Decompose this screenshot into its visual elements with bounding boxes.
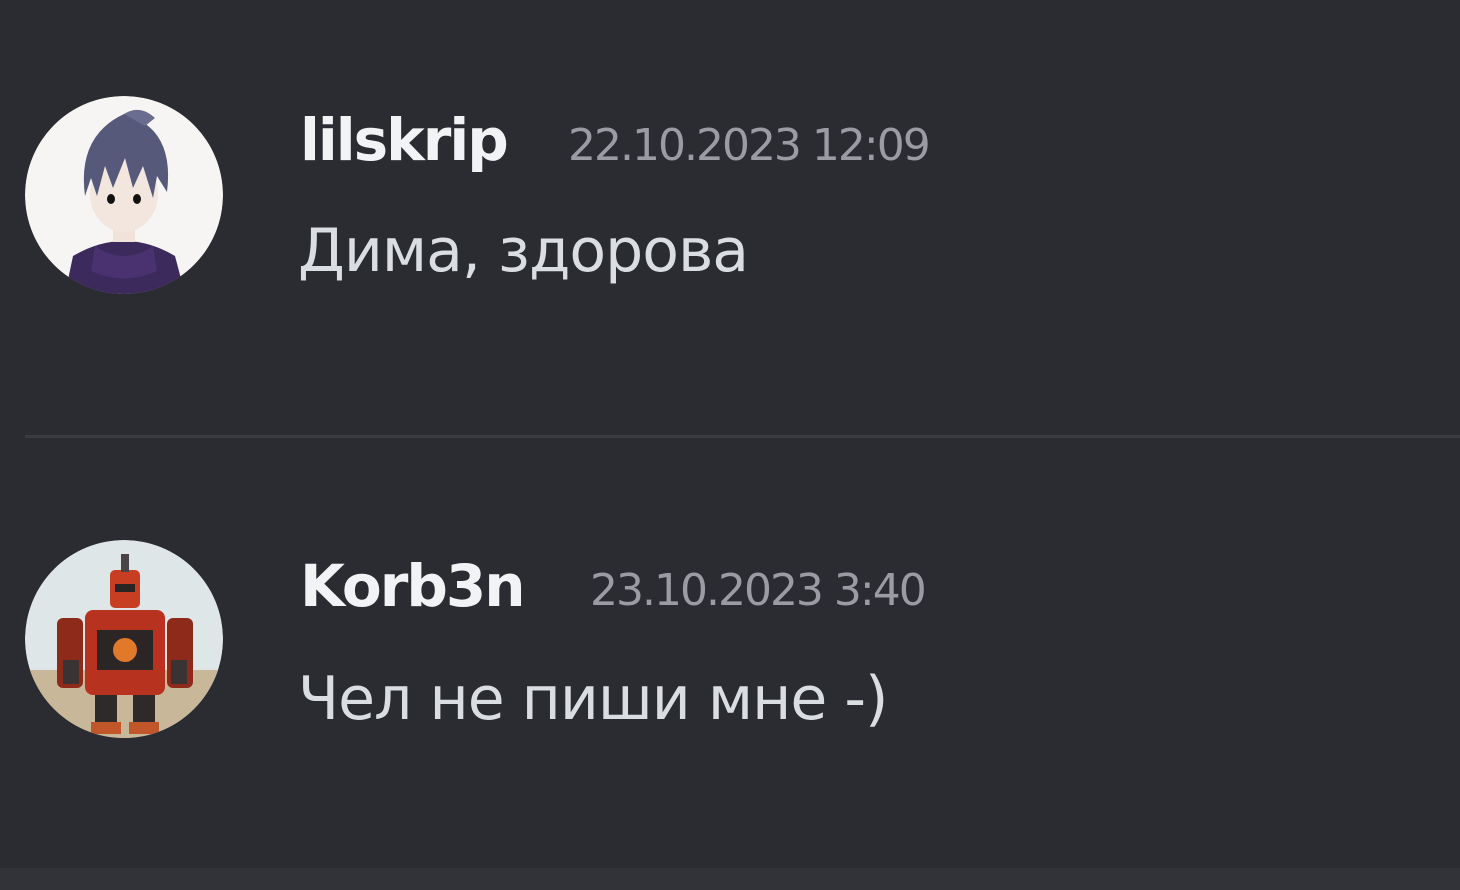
username[interactable]: Korb3n <box>300 552 526 620</box>
message-item[interactable]: lilskrip 22.10.2023 12:09 Дима, здорова <box>0 96 1460 306</box>
message-item[interactable]: Korb3n 23.10.2023 3:40 Чел не пиши мне -… <box>0 540 1460 750</box>
username[interactable]: lilskrip <box>300 106 509 174</box>
message-divider <box>25 435 1460 438</box>
message-timestamp: 23.10.2023 3:40 <box>590 565 927 616</box>
anime-character-avatar-icon <box>25 96 223 294</box>
message-timestamp: 22.10.2023 12:09 <box>568 120 931 171</box>
message-text: Дима, здорова <box>298 216 749 286</box>
avatar[interactable] <box>25 540 223 738</box>
robot-avatar-icon <box>25 540 223 738</box>
message-text: Чел не пиши мне -) <box>298 664 888 734</box>
chat-message-list: lilskrip 22.10.2023 12:09 Дима, здорова <box>0 0 1460 890</box>
bottom-edge <box>0 868 1460 890</box>
avatar[interactable] <box>25 96 223 294</box>
